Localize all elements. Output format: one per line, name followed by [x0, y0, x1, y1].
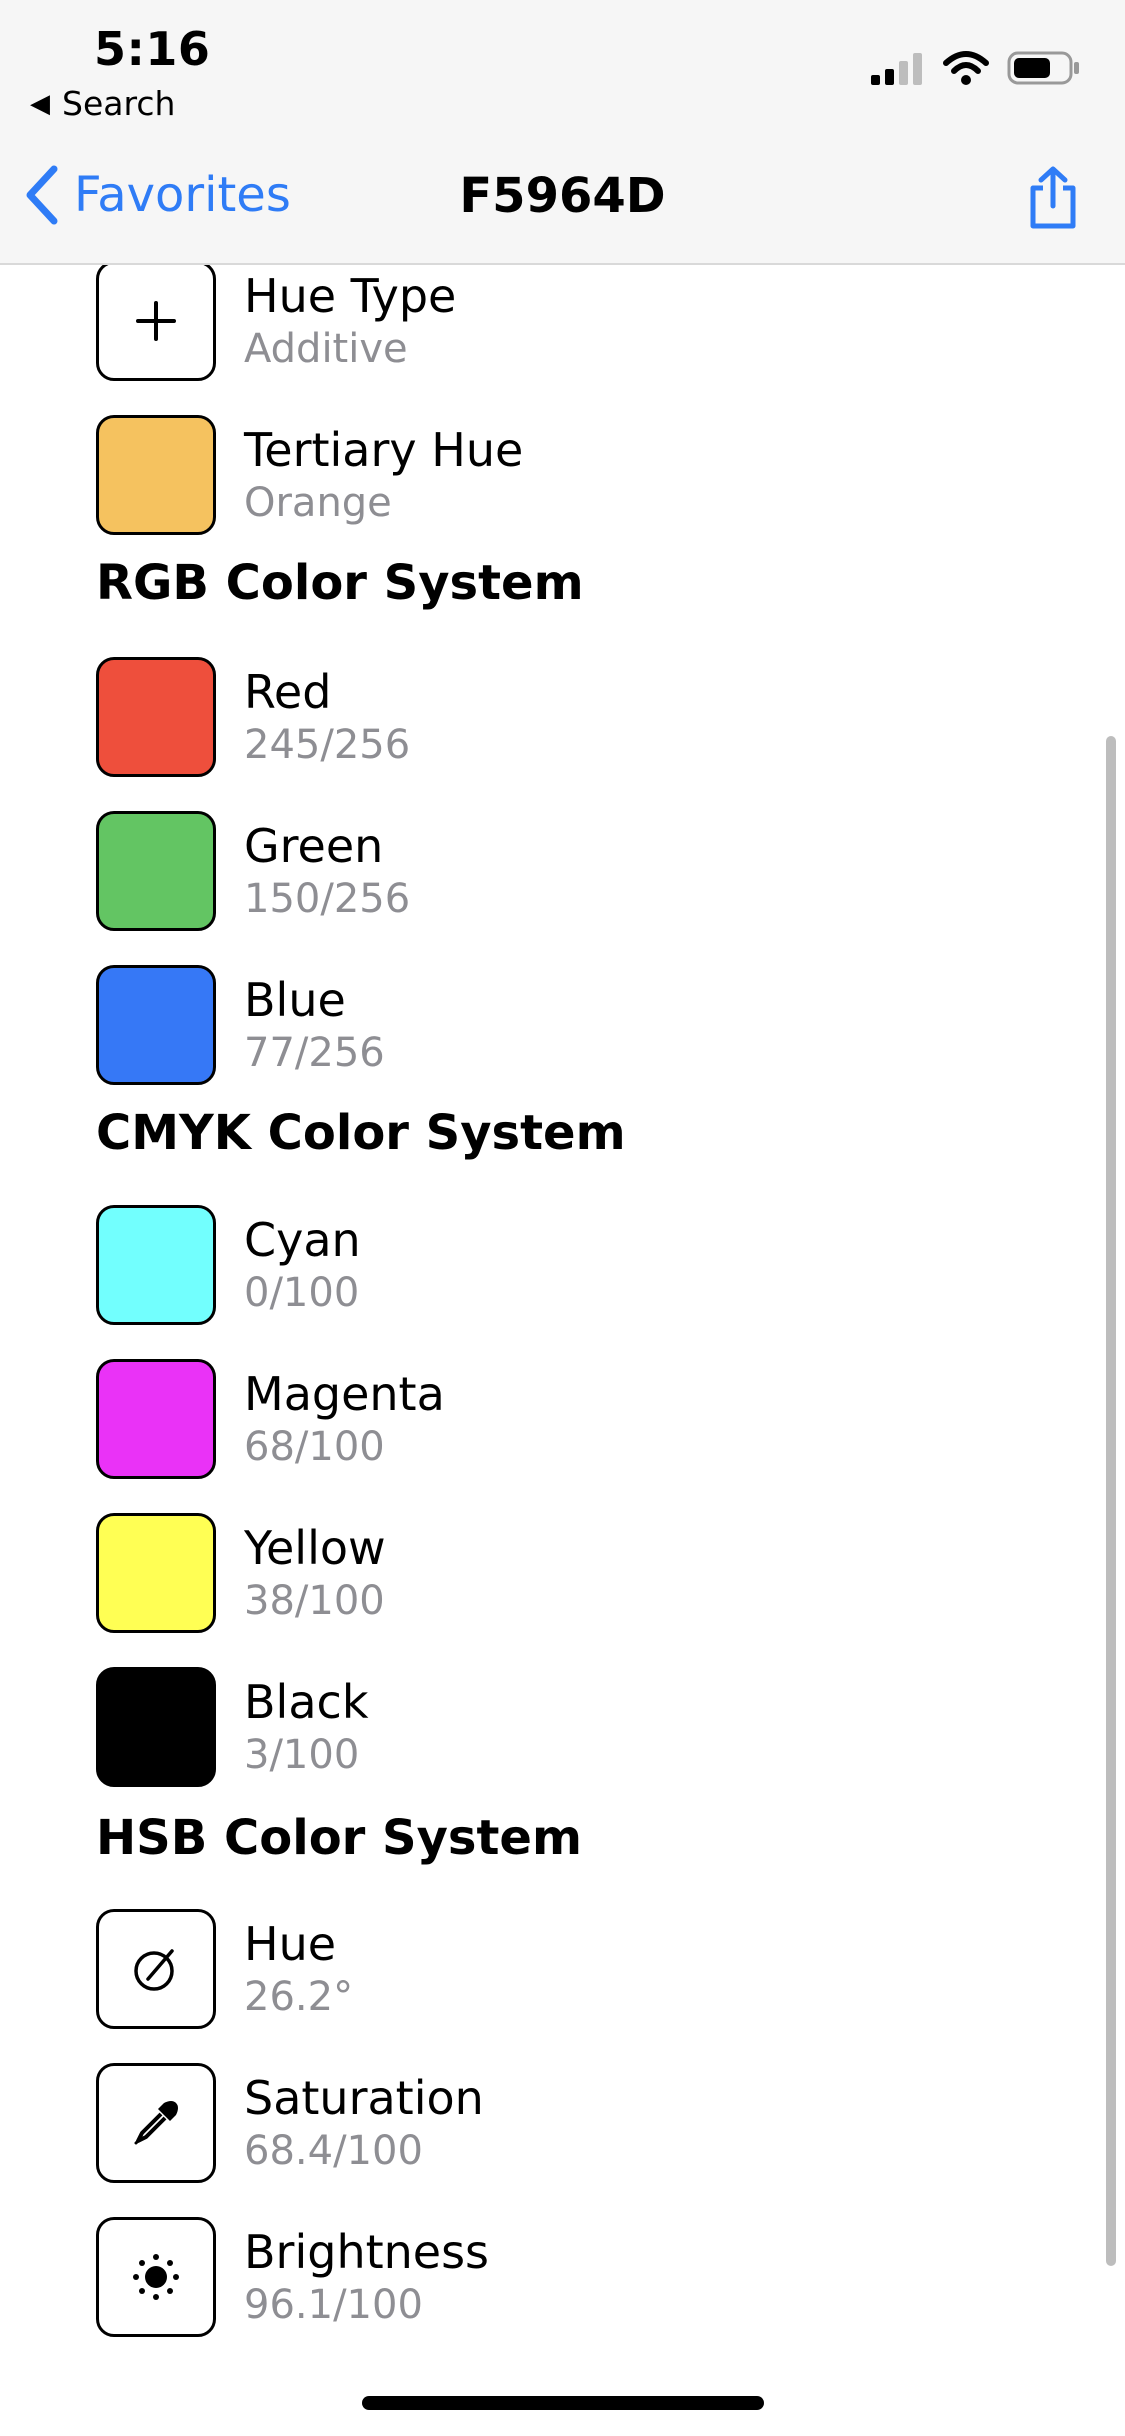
blue-value: 77/256: [244, 1030, 385, 1076]
red-title: Red: [244, 665, 332, 719]
yellow-value: 38/100: [244, 1578, 385, 1624]
sun-icon: [133, 2254, 179, 2300]
list-item-saturation: Saturation 68.4/100: [96, 2063, 484, 2183]
green-value: 150/256: [244, 876, 411, 922]
magenta-title: Magenta: [244, 1367, 445, 1421]
cyan-value: 0/100: [244, 1270, 360, 1316]
hue-type-title: Hue Type: [244, 269, 457, 323]
saturation-value: 68.4/100: [244, 2128, 423, 2174]
scrollbar[interactable]: [1106, 736, 1116, 2266]
share-icon: [1030, 166, 1076, 229]
list-item-red: Red 245/256: [96, 657, 410, 777]
black-title: Black: [244, 1675, 369, 1729]
brightness-title: Brightness: [244, 2225, 490, 2279]
blue-title: Blue: [244, 973, 346, 1027]
red-value: 245/256: [244, 722, 411, 768]
eyedropper-icon: [134, 2101, 178, 2145]
hue-title: Hue: [244, 1917, 337, 1971]
saturation-swatch: [96, 2063, 216, 2183]
brightness-swatch: [96, 2217, 216, 2337]
hue-swatch: [96, 1909, 216, 2029]
list-item-black: Black 3/100: [96, 1667, 368, 1787]
yellow-swatch: [96, 1513, 216, 1633]
list-item-tertiary-hue: Tertiary Hue Orange: [96, 415, 523, 535]
dial-icon: [134, 1949, 174, 1991]
page-title: F5964D: [459, 168, 666, 224]
list-item-yellow: Yellow 38/100: [96, 1513, 386, 1633]
hue-value: 26.2°: [244, 1974, 354, 2020]
tertiary-hue-swatch: [96, 415, 216, 535]
home-indicator[interactable]: [362, 2396, 764, 2410]
plus-icon: [136, 301, 176, 341]
back-triangle-icon: ◀: [30, 88, 50, 119]
cyan-swatch: [96, 1205, 216, 1325]
green-swatch: [96, 811, 216, 931]
hue-type-swatch: [96, 265, 216, 381]
green-title: Green: [244, 819, 384, 873]
navigation-bar: 5:16 ◀ Search Favorites F5964D: [0, 0, 1125, 265]
hue-type-value: Additive: [244, 326, 408, 372]
back-to-app-label: Search: [62, 84, 176, 123]
red-swatch: [96, 657, 216, 777]
magenta-value: 68/100: [244, 1424, 385, 1470]
list-item-green: Green 150/256: [96, 811, 410, 931]
list-item-cyan: Cyan 0/100: [96, 1205, 361, 1325]
blue-swatch: [96, 965, 216, 1085]
share-button[interactable]: [1025, 166, 1081, 236]
list-item-blue: Blue 77/256: [96, 965, 385, 1085]
section-heading-rgb: RGB Color System: [96, 555, 584, 611]
brightness-value: 96.1/100: [244, 2282, 423, 2328]
cyan-title: Cyan: [244, 1213, 361, 1267]
yellow-title: Yellow: [244, 1521, 386, 1575]
list-item-hue: Hue 26.2°: [96, 1909, 353, 2029]
detail-list[interactable]: Hue Type Additive Tertiary Hue Orange RG…: [0, 265, 1125, 2365]
magenta-swatch: [96, 1359, 216, 1479]
cellular-signal-icon: [871, 53, 922, 85]
wifi-icon: [943, 51, 989, 85]
saturation-title: Saturation: [244, 2071, 484, 2125]
tertiary-hue-value: Orange: [244, 480, 392, 526]
back-to-app-button[interactable]: ◀ Search: [30, 84, 175, 123]
section-heading-cmyk: CMYK Color System: [96, 1105, 626, 1161]
battery-icon: [1007, 51, 1079, 85]
list-item-hue-type: Hue Type Additive: [96, 265, 456, 381]
list-item-brightness: Brightness 96.1/100: [96, 2217, 489, 2337]
list-item-magenta: Magenta 68/100: [96, 1359, 445, 1479]
black-swatch: [96, 1667, 216, 1787]
status-icons: [869, 50, 1081, 86]
tertiary-hue-title: Tertiary Hue: [244, 423, 524, 477]
section-heading-hsb: HSB Color System: [96, 1810, 582, 1866]
status-time: 5:16: [94, 22, 211, 76]
black-value: 3/100: [244, 1732, 360, 1778]
